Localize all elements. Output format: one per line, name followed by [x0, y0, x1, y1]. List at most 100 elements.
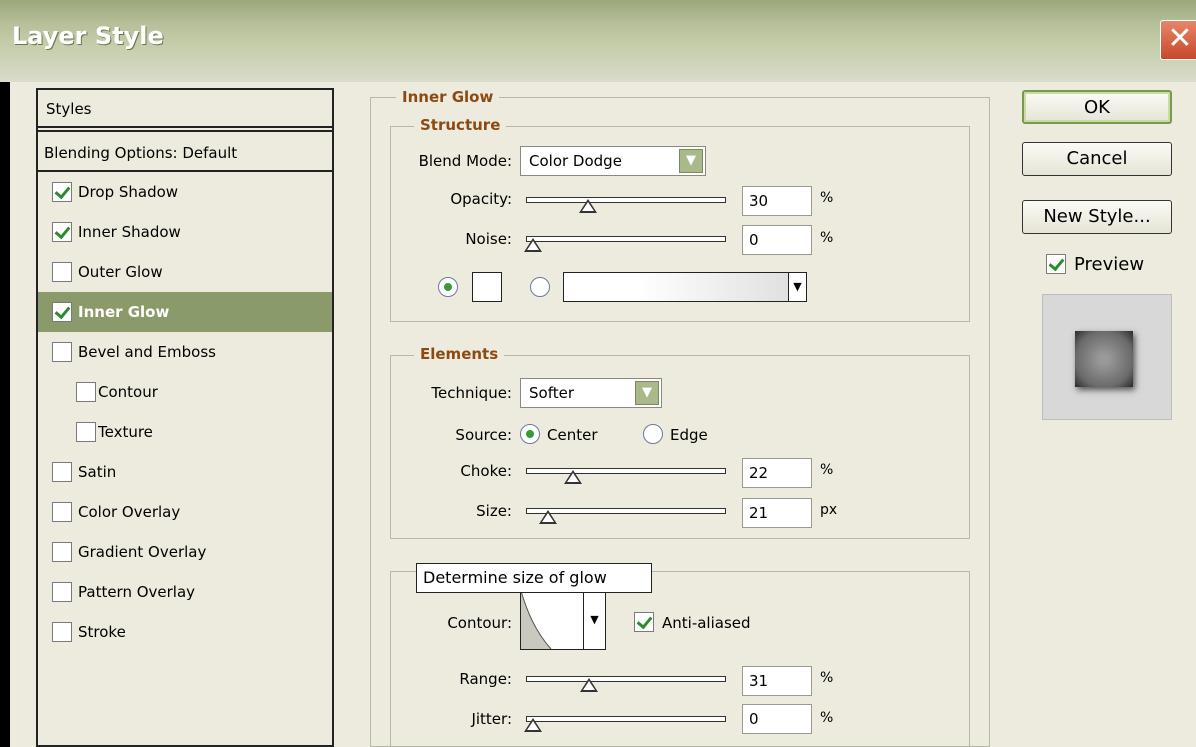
- jitter-slider[interactable]: [524, 712, 726, 734]
- jitter-label: Jitter:: [471, 710, 512, 728]
- opacity-slider[interactable]: [526, 193, 726, 215]
- close-button[interactable]: ✕: [1160, 20, 1196, 60]
- tooltip: Determine size of glow: [416, 563, 652, 593]
- blending-options-item[interactable]: Blending Options: Default: [38, 134, 332, 172]
- style-item[interactable]: Drop Shadow: [38, 172, 332, 212]
- style-checkbox[interactable]: [52, 542, 72, 562]
- chevron-down-icon[interactable]: ▼: [788, 273, 806, 301]
- inner-glow-title: Inner Glow: [396, 88, 500, 106]
- style-item[interactable]: Gradient Overlay: [38, 532, 332, 572]
- style-item-label: Inner Glow: [78, 303, 170, 321]
- noise-input[interactable]: 0: [742, 225, 812, 255]
- size-input[interactable]: 21: [742, 498, 812, 528]
- slider-thumb[interactable]: [580, 678, 598, 692]
- range-slider[interactable]: [526, 672, 726, 694]
- anti-aliased-label[interactable]: Anti-aliased: [662, 614, 751, 632]
- slider-thumb[interactable]: [539, 510, 557, 524]
- range-input[interactable]: 31: [742, 666, 812, 696]
- opacity-label: Opacity:: [450, 190, 512, 208]
- style-item[interactable]: Inner Glow: [38, 292, 332, 332]
- slider-thumb[interactable]: [524, 238, 542, 252]
- style-item[interactable]: Outer Glow: [38, 252, 332, 292]
- slider-track: [526, 676, 726, 682]
- technique-select[interactable]: Softer ▼: [520, 378, 662, 408]
- style-checkbox[interactable]: [52, 462, 72, 482]
- style-checkbox[interactable]: [52, 342, 72, 362]
- anti-aliased-checkbox[interactable]: [634, 612, 654, 632]
- source-label: Source:: [455, 426, 512, 444]
- style-item-label: Drop Shadow: [78, 183, 179, 201]
- chevron-down-icon: ▼: [635, 381, 659, 405]
- style-item[interactable]: Pattern Overlay: [38, 572, 332, 612]
- noise-slider[interactable]: [524, 232, 726, 254]
- style-checkbox[interactable]: [52, 222, 72, 242]
- style-item-label: Contour: [98, 383, 158, 401]
- choke-slider[interactable]: [526, 464, 726, 486]
- style-item-label: Texture: [98, 423, 153, 441]
- slider-track: [526, 236, 726, 242]
- style-checkbox[interactable]: [76, 382, 96, 402]
- chevron-down-icon[interactable]: ▼: [583, 591, 605, 649]
- gradient-picker[interactable]: ▼: [563, 272, 807, 302]
- style-checkbox[interactable]: [52, 622, 72, 642]
- slider-thumb[interactable]: [579, 199, 597, 213]
- jitter-unit: %: [820, 710, 834, 726]
- style-item[interactable]: Contour: [38, 372, 332, 412]
- source-center-label[interactable]: Center: [547, 426, 598, 444]
- slider-thumb[interactable]: [564, 470, 582, 484]
- choke-input[interactable]: 22: [742, 458, 812, 488]
- style-checkbox[interactable]: [52, 262, 72, 282]
- style-item-label: Bevel and Emboss: [78, 343, 216, 361]
- range-label: Range:: [459, 670, 512, 688]
- opacity-input[interactable]: 30: [742, 186, 812, 216]
- blend-mode-select[interactable]: Color Dodge ▼: [520, 146, 706, 176]
- style-checkbox[interactable]: [52, 502, 72, 522]
- noise-unit: %: [820, 230, 834, 246]
- style-item-label: Gradient Overlay: [78, 543, 207, 561]
- choke-unit: %: [820, 462, 834, 478]
- new-style-button[interactable]: New Style...: [1022, 200, 1172, 234]
- style-item-label: Stroke: [78, 623, 126, 641]
- preview-checkbox[interactable]: [1046, 254, 1066, 274]
- slider-track: [526, 716, 726, 722]
- noise-label: Noise:: [465, 230, 512, 248]
- opacity-unit: %: [820, 190, 834, 206]
- styles-header[interactable]: Styles: [38, 90, 332, 132]
- source-center-radio[interactable]: [520, 424, 540, 444]
- style-checkbox[interactable]: [52, 302, 72, 322]
- technique-label: Technique:: [431, 384, 512, 402]
- size-slider[interactable]: [526, 504, 726, 526]
- title-bar: Layer Style ✕: [0, 0, 1196, 82]
- style-item-label: Inner Shadow: [78, 223, 181, 241]
- contour-picker[interactable]: ▼: [520, 590, 606, 650]
- style-item-label: Outer Glow: [78, 263, 163, 281]
- style-item[interactable]: Stroke: [38, 612, 332, 652]
- close-icon: ✕: [1167, 21, 1193, 56]
- cancel-button[interactable]: Cancel: [1022, 142, 1172, 176]
- style-checkbox[interactable]: [52, 182, 72, 202]
- style-checkbox[interactable]: [76, 422, 96, 442]
- style-item[interactable]: Satin: [38, 452, 332, 492]
- blend-mode-value: Color Dodge: [529, 152, 622, 170]
- chevron-down-icon: ▼: [679, 149, 703, 173]
- range-unit: %: [820, 670, 834, 686]
- solid-color-radio[interactable]: [438, 277, 458, 297]
- elements-title: Elements: [414, 345, 505, 363]
- jitter-input[interactable]: 0: [742, 704, 812, 734]
- style-item[interactable]: Color Overlay: [38, 492, 332, 532]
- technique-value: Softer: [529, 384, 574, 402]
- style-item[interactable]: Texture: [38, 412, 332, 452]
- style-checkbox[interactable]: [52, 582, 72, 602]
- contour-label: Contour:: [447, 614, 512, 632]
- gradient-radio[interactable]: [530, 277, 550, 297]
- style-item[interactable]: Bevel and Emboss: [38, 332, 332, 372]
- ok-button[interactable]: OK: [1022, 90, 1172, 124]
- source-edge-radio[interactable]: [643, 424, 663, 444]
- slider-thumb[interactable]: [524, 718, 542, 732]
- preview-label[interactable]: Preview: [1074, 254, 1144, 275]
- color-swatch[interactable]: [472, 272, 502, 302]
- style-item[interactable]: Inner Shadow: [38, 212, 332, 252]
- preview-swatch: [1075, 331, 1133, 387]
- source-edge-label[interactable]: Edge: [670, 426, 708, 444]
- style-item-label: Color Overlay: [78, 503, 181, 521]
